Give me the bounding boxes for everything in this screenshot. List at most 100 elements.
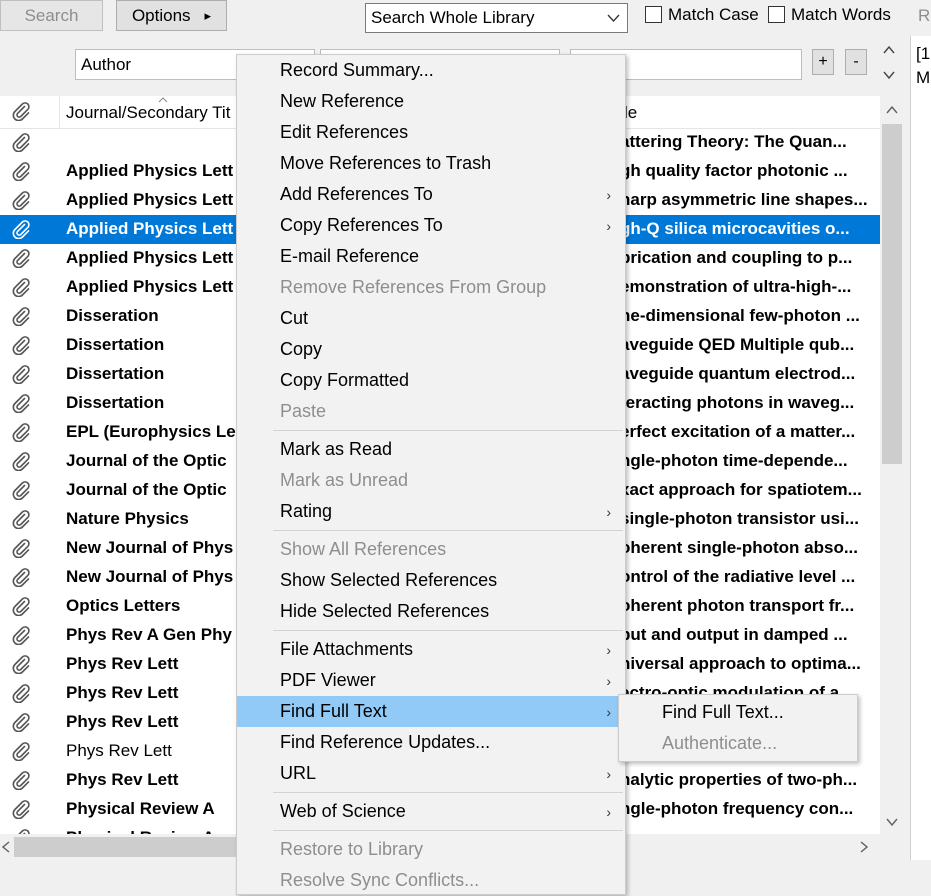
preview-pane[interactable]: [1 M [910, 36, 931, 860]
menu-item-new-reference[interactable]: New Reference [237, 86, 623, 117]
menu-item-find-reference-updates[interactable]: Find Reference Updates... [237, 727, 623, 758]
menu-item-hide-selected-references[interactable]: Hide Selected References [237, 596, 623, 627]
menu-item-label: Copy References To [280, 215, 443, 235]
menu-item-label: Resolve Sync Conflicts... [280, 870, 480, 890]
submenu-item-find-full-text[interactable]: Find Full Text... [619, 697, 857, 728]
options-button-label: Options [131, 5, 191, 25]
menu-item-label: New Reference [280, 91, 405, 111]
scroll-up-arrow-icon[interactable] [886, 106, 898, 114]
menu-separator [273, 792, 623, 793]
scroll-right-arrow-icon[interactable] [860, 841, 868, 853]
context-menu: Record Summary... New Reference Edit Refer… [236, 54, 626, 895]
menu-item-label: Rating [280, 501, 333, 521]
menu-item-copy-formatted[interactable]: Copy Formatted [237, 365, 623, 396]
menu-item-show-all-references: Show All References [237, 534, 623, 565]
column-divider[interactable] [59, 96, 60, 128]
minus-label: - [853, 53, 859, 70]
vertical-scrollbar[interactable] [880, 96, 904, 834]
scroll-down-arrow-icon[interactable] [886, 818, 898, 826]
cell-journal: Journal of the Optic [66, 451, 227, 470]
cell-title: ontrol of the radiative level ... [620, 567, 856, 586]
search-scope-value: Search Whole Library [371, 8, 535, 27]
menu-item-label: Copy Formatted [280, 370, 410, 390]
horizontal-scroll-thumb[interactable] [14, 837, 244, 857]
paperclip-icon [12, 597, 30, 616]
cell-title: teracting photons in waveg... [620, 393, 855, 412]
plus-label: + [818, 53, 828, 70]
paperclip-icon [12, 626, 30, 645]
menu-item-label: Mark as Unread [280, 470, 409, 490]
cell-title: ngle-photon frequency con... [620, 799, 854, 818]
attachment-column-icon[interactable] [11, 101, 31, 121]
cell-title: oherent photon transport fr... [620, 596, 855, 615]
submenu-item-authenticate: Authenticate... [619, 728, 857, 759]
menu-item-cut[interactable]: Cut [237, 303, 623, 334]
submenu-arrow-icon: › [606, 765, 611, 782]
search-button[interactable]: Search [0, 0, 103, 31]
menu-item-mark-as-read[interactable]: Mark as Read [237, 434, 623, 465]
paperclip-icon [12, 394, 30, 413]
column-header-journal[interactable]: Journal/Secondary Tit [66, 103, 230, 123]
menu-item-e-mail-reference[interactable]: E-mail Reference [237, 241, 623, 272]
cell-title: aveguide QED Multiple qub... [620, 335, 855, 354]
right-pane-tab-label[interactable]: Re [918, 6, 931, 26]
menu-item-copy[interactable]: Copy [237, 334, 623, 365]
cell-title: nalytic properties of two-ph... [620, 770, 858, 789]
cell-title: brication and coupling to p... [620, 248, 853, 267]
paperclip-icon [12, 307, 30, 326]
scroll-up-icon[interactable] [883, 46, 895, 54]
options-button[interactable]: Options ▸ [116, 0, 227, 31]
cell-title: gh quality factor photonic ... [620, 161, 848, 180]
cell-journal: Phys Rev Lett [66, 683, 179, 702]
options-arrow-icon: ▸ [204, 7, 212, 23]
search-button-label: Search [24, 5, 79, 25]
menu-item-move-references-to-trash[interactable]: Move References to Trash [237, 148, 623, 179]
menu-item-show-selected-references[interactable]: Show Selected References [237, 565, 623, 596]
search-scope-select[interactable]: Search Whole Library [365, 3, 628, 33]
submenu-arrow-icon: › [606, 672, 611, 689]
menu-item-edit-references[interactable]: Edit References [237, 117, 623, 148]
cell-journal: Phys Rev Lett [66, 712, 179, 731]
menu-item-pdf-viewer[interactable]: PDF Viewer › [237, 665, 623, 696]
menu-item-label: Record Summary... [280, 60, 434, 80]
menu-item-label: Edit References [280, 122, 409, 142]
match-words-checkbox[interactable] [768, 6, 785, 23]
paperclip-icon [12, 539, 30, 558]
match-case-checkbox[interactable] [645, 6, 662, 23]
menu-item-label: Mark as Read [280, 439, 393, 459]
menu-item-record-summary[interactable]: Record Summary... [237, 55, 623, 86]
paperclip-icon [12, 655, 30, 674]
scroll-left-arrow-icon[interactable] [2, 841, 10, 853]
menu-item-copy-references-to[interactable]: Copy References To › [237, 210, 623, 241]
menu-item-url[interactable]: URL › [237, 758, 623, 789]
menu-item-rating[interactable]: Rating › [237, 496, 623, 527]
scroll-down-icon[interactable] [883, 71, 895, 79]
menu-item-web-of-science[interactable]: Web of Science › [237, 796, 623, 827]
vertical-scroll-thumb[interactable] [882, 124, 902, 464]
add-search-row-button[interactable]: + [812, 49, 834, 75]
paperclip-icon [12, 800, 30, 819]
cell-title: emonstration of ultra-high-... [620, 277, 852, 296]
match-case-label: Match Case [668, 5, 759, 24]
menu-item-label: Add References To [280, 184, 433, 204]
menu-item-remove-references-from-group: Remove References From Group [237, 272, 623, 303]
menu-item-find-full-text[interactable]: Find Full Text › [237, 696, 623, 727]
cell-journal: Dissertation [66, 335, 165, 354]
menu-item-mark-as-unread: Mark as Unread [237, 465, 623, 496]
remove-search-row-button[interactable]: - [845, 49, 867, 75]
cell-journal: Applied Physics Lett [66, 277, 234, 296]
paperclip-icon [12, 278, 30, 297]
paperclip-icon [12, 191, 30, 210]
submenu-arrow-icon: › [606, 803, 611, 820]
submenu-arrow-icon: › [606, 703, 611, 720]
match-words-label: Match Words [791, 5, 891, 24]
menu-separator [273, 430, 623, 431]
paperclip-icon [12, 220, 30, 239]
menu-item-file-attachments[interactable]: File Attachments › [237, 634, 623, 665]
cell-title: ne-dimensional few-photon ... [620, 306, 860, 325]
cell-title: attering Theory: The Quan... [620, 132, 847, 151]
cell-title: erfect excitation of a matter... [620, 422, 856, 441]
cell-journal: EPL (Europhysics Let [66, 422, 236, 441]
menu-item-label: File Attachments [280, 639, 414, 659]
menu-item-add-references-to[interactable]: Add References To › [237, 179, 623, 210]
